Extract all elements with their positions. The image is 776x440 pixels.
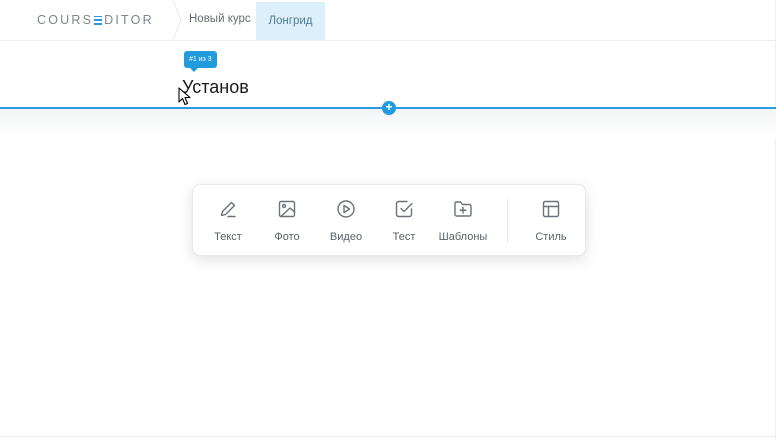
breadcrumb-separator-icon [172,0,182,40]
toolbar-text-button[interactable]: Текст [205,185,251,257]
mouse-cursor-icon [178,87,191,106]
toolbar-templates-label: Шаблоны [438,231,488,243]
top-bar: COURS DITOR Новый курс Лонгрид [0,0,776,41]
section-title-input[interactable]: Установ [182,77,249,98]
toolbar-photo-button[interactable]: Фото [264,185,310,257]
logo-text-left: COURS [37,13,94,27]
toolbar-photo-label: Фото [274,231,300,243]
logo-text-right: DITOR [104,13,154,27]
block-toolbar: Текст Фото Видео Тест Шаблоны Стиль [192,184,586,256]
breadcrumb-course[interactable]: Новый курс [189,13,251,25]
toolbar-style-label: Стиль [535,231,567,243]
toolbar-test-label: Тест [392,231,416,243]
toolbar-style-button[interactable]: Стиль [527,185,575,257]
folder-plus-icon [454,201,472,217]
pencil-icon [220,201,236,218]
play-icon [337,200,355,218]
layout-icon [542,200,560,218]
toolbar-video-label: Видео [329,231,363,243]
breadcrumb-longread-active[interactable]: Лонгрид [256,2,325,40]
checkbox-icon [395,200,413,218]
toolbar-text-label: Текст [214,231,242,243]
section-counter-badge: #1 из 3 [184,51,217,72]
toolbar-templates-button[interactable]: Шаблоны [433,185,493,257]
image-icon [278,200,296,218]
toolbar-video-button[interactable]: Видео [323,185,369,257]
toolbar-separator [507,199,508,243]
toolbar-test-button[interactable]: Тест [381,185,427,257]
app-logo[interactable]: COURS DITOR [37,13,154,27]
logo-e-icon [94,15,103,25]
add-block-button[interactable]: + [382,101,396,115]
bottom-border [0,436,776,437]
